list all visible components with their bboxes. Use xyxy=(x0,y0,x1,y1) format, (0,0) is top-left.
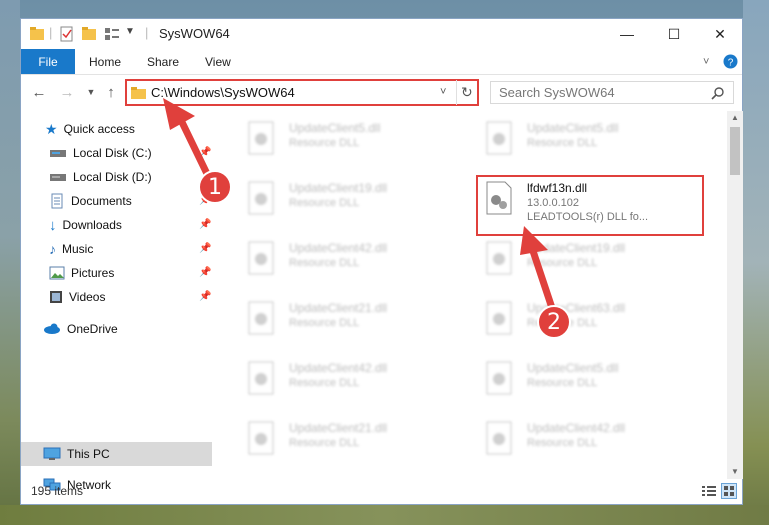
annotation-arrows xyxy=(163,98,556,312)
callout-2: 2 xyxy=(537,305,571,339)
callout-1: 1 xyxy=(198,170,232,204)
arrow-2-shaft xyxy=(528,244,556,312)
arrow-2-head xyxy=(520,226,548,255)
arrow-1-shaft xyxy=(176,114,214,184)
arrow-1-head xyxy=(163,98,195,130)
